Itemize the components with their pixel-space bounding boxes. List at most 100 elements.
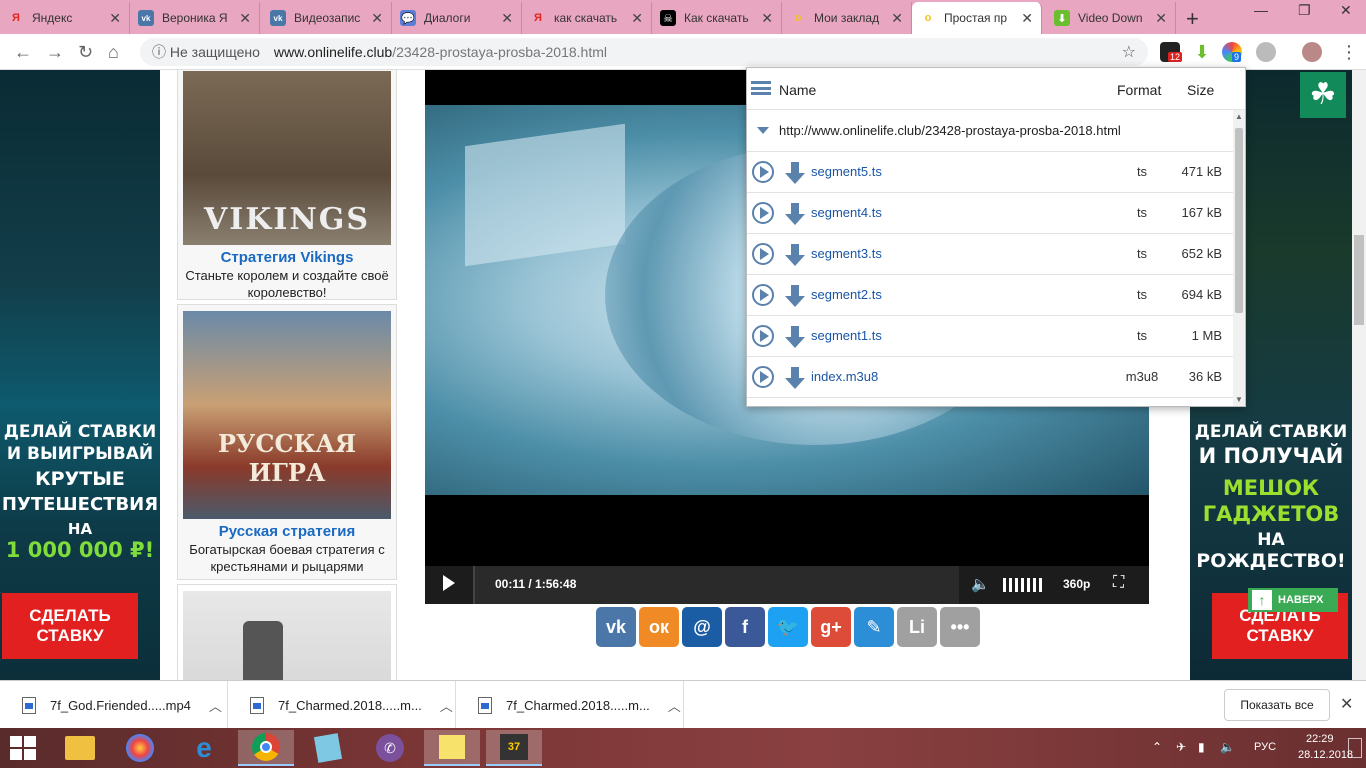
home-icon[interactable]: ⌂ xyxy=(108,42,119,63)
tab[interactable]: o Простая пр ✕ xyxy=(912,2,1042,34)
tab[interactable]: o Мои заклад ✕ xyxy=(782,2,912,34)
download-icon[interactable] xyxy=(784,243,806,267)
file-name-link[interactable]: segment3.ts xyxy=(811,246,882,261)
file-name-link[interactable]: segment1.ts xyxy=(811,328,882,343)
tab[interactable]: vk Видеозапис ✕ xyxy=(262,2,392,34)
card-title[interactable]: Русская стратегия xyxy=(178,523,396,540)
popup-page-url[interactable]: http://www.onlinelife.club/23428-prostay… xyxy=(747,110,1233,152)
notifications-icon[interactable] xyxy=(1348,738,1362,758)
place-bet-button[interactable]: СДЕЛАТЬ СТАВКУ xyxy=(2,593,138,659)
page-scrollbar[interactable] xyxy=(1352,70,1366,680)
file-name-link[interactable]: segment2.ts xyxy=(811,287,882,302)
collapse-triangle-icon[interactable] xyxy=(757,127,769,134)
media-file-row[interactable]: segment1.ts ts 1 MB xyxy=(747,316,1233,357)
tab-close-icon[interactable]: ✕ xyxy=(501,10,513,27)
share-livejournal-button[interactable]: ✎ xyxy=(854,607,894,647)
progress-bar[interactable]: 00:11 / 1:56:48 xyxy=(473,566,959,604)
column-size-header[interactable]: Size xyxy=(1187,82,1214,98)
chevron-up-icon[interactable]: ︿ xyxy=(668,696,681,715)
tab[interactable]: Якак скачать ✕ xyxy=(522,2,652,34)
card-title[interactable]: Стратегия Vikings xyxy=(178,249,396,266)
popup-scrollbar[interactable]: ▲ ▼ xyxy=(1233,110,1245,406)
download-item[interactable]: 7f_Charmed.2018.....m... ︿ xyxy=(456,681,684,729)
tab-close-icon[interactable]: ✕ xyxy=(891,10,903,27)
socks-image[interactable] xyxy=(183,591,391,680)
media-file-row[interactable]: segment5.ts ts 471 kB xyxy=(747,152,1233,193)
tab[interactable]: Я Яндекс ✕ xyxy=(0,2,130,34)
clock-time[interactable]: 22:29 xyxy=(1306,733,1334,745)
tray-expand-icon[interactable]: ⌃ xyxy=(1152,740,1162,754)
play-icon[interactable] xyxy=(752,366,774,388)
tab[interactable]: ⬇ Video Down ✕ xyxy=(1046,2,1176,34)
scroll-to-top-button[interactable]: ↑ НАВЕРХ xyxy=(1248,588,1338,612)
play-icon[interactable] xyxy=(752,325,774,347)
share-liveinternet-button[interactable]: Li xyxy=(897,607,937,647)
tab-close-icon[interactable]: ✕ xyxy=(109,10,121,27)
video-downloader-extension-icon[interactable]: ⬇ xyxy=(1192,42,1212,62)
tab-close-icon[interactable]: ✕ xyxy=(1155,10,1167,27)
play-icon[interactable] xyxy=(443,575,455,591)
russian-strategy-image[interactable]: РУССКАЯ ИГРА xyxy=(183,311,391,519)
play-icon[interactable] xyxy=(752,284,774,306)
file-explorer-icon[interactable] xyxy=(52,730,108,766)
download-icon[interactable] xyxy=(784,325,806,349)
close-downloads-icon[interactable]: ✕ xyxy=(1340,694,1353,714)
share-odnoklassniki-button[interactable]: ок xyxy=(639,607,679,647)
volume-slider[interactable] xyxy=(1003,578,1045,592)
media-file-row[interactable]: index.m3u8 m3u8 36 kB xyxy=(747,357,1233,398)
clock-date[interactable]: 28.12.2018 xyxy=(1298,749,1353,761)
download-icon[interactable] xyxy=(784,202,806,226)
promo-card[interactable]: VIKINGS Стратегия Vikings Станьте короле… xyxy=(177,70,397,300)
vikings-image[interactable]: VIKINGS xyxy=(183,71,391,245)
new-tab-button[interactable]: + xyxy=(1186,6,1199,32)
share-mailru-button[interactable]: @ xyxy=(682,607,722,647)
media-file-row[interactable]: segment4.ts ts 167 kB xyxy=(747,193,1233,234)
promo-card[interactable] xyxy=(177,584,397,680)
scrollbar-thumb[interactable] xyxy=(1354,235,1364,325)
chevron-up-icon[interactable]: ︿ xyxy=(209,696,222,715)
play-icon[interactable] xyxy=(752,202,774,224)
download-icon[interactable] xyxy=(784,161,806,185)
share-twitter-button[interactable]: 🐦 xyxy=(768,607,808,647)
tab-close-icon[interactable]: ✕ xyxy=(1021,10,1033,27)
minimize-button[interactable]: — xyxy=(1254,2,1268,18)
play-icon[interactable] xyxy=(752,161,774,183)
left-banner-ad[interactable]: ДЕЛАЙ СТАВКИ И ВЫИГРЫВАЙ КРУТЫЕ ПУТЕШЕСТ… xyxy=(0,70,160,680)
back-icon[interactable]: ← xyxy=(14,42,32,63)
chevron-up-icon[interactable]: ︿ xyxy=(440,696,453,715)
menu-icon[interactable] xyxy=(751,81,771,95)
download-item[interactable]: 7f_God.Friended.....mp4 ︿ xyxy=(0,681,228,729)
file-name-link[interactable]: segment5.ts xyxy=(811,164,882,179)
volume-icon[interactable]: 🔈 xyxy=(1220,740,1235,754)
popup-scrollbar-thumb[interactable] xyxy=(1235,128,1243,313)
show-all-downloads-button[interactable]: Показать все xyxy=(1224,689,1330,721)
tab-close-icon[interactable]: ✕ xyxy=(239,10,251,27)
file-name-link[interactable]: index.m3u8 xyxy=(811,369,878,384)
share-vk-button[interactable]: vk xyxy=(596,607,636,647)
tab-close-icon[interactable]: ✕ xyxy=(761,10,773,27)
column-name-header[interactable]: Name xyxy=(779,82,816,98)
notes-icon[interactable] xyxy=(300,730,356,766)
play-icon[interactable] xyxy=(752,243,774,265)
share-facebook-button[interactable]: f xyxy=(725,607,765,647)
download-item[interactable]: 7f_Charmed.2018.....m... ︿ xyxy=(228,681,456,729)
tab-close-icon[interactable]: ✕ xyxy=(371,10,383,27)
tab[interactable]: 💬 Диалоги ✕ xyxy=(392,2,522,34)
download-icon[interactable] xyxy=(784,366,806,390)
globe-extension-icon[interactable] xyxy=(1256,42,1276,62)
paint-icon[interactable] xyxy=(112,730,168,766)
tray-app-icon[interactable]: ✈ xyxy=(1176,740,1186,754)
close-window-button[interactable]: ✕ xyxy=(1340,2,1352,19)
tab[interactable]: ☠ Как скачать ✕ xyxy=(652,2,782,34)
restore-button[interactable]: ❐ xyxy=(1298,2,1311,19)
share-more-button[interactable]: ••• xyxy=(940,607,980,647)
extension-icon[interactable]: 9 xyxy=(1222,42,1242,62)
quality-selector[interactable]: 360p xyxy=(1063,577,1090,591)
column-format-header[interactable]: Format xyxy=(1117,82,1161,98)
extension-icon[interactable]: 12 xyxy=(1160,42,1183,62)
profile-avatar[interactable] xyxy=(1302,42,1322,62)
media-app-icon[interactable]: 37 xyxy=(486,730,542,766)
menu-icon[interactable]: ⋮ xyxy=(1340,42,1358,63)
viber-icon[interactable]: ✆ xyxy=(362,730,418,766)
security-indicator[interactable]: ⓘ Не защищено xyxy=(152,42,260,62)
